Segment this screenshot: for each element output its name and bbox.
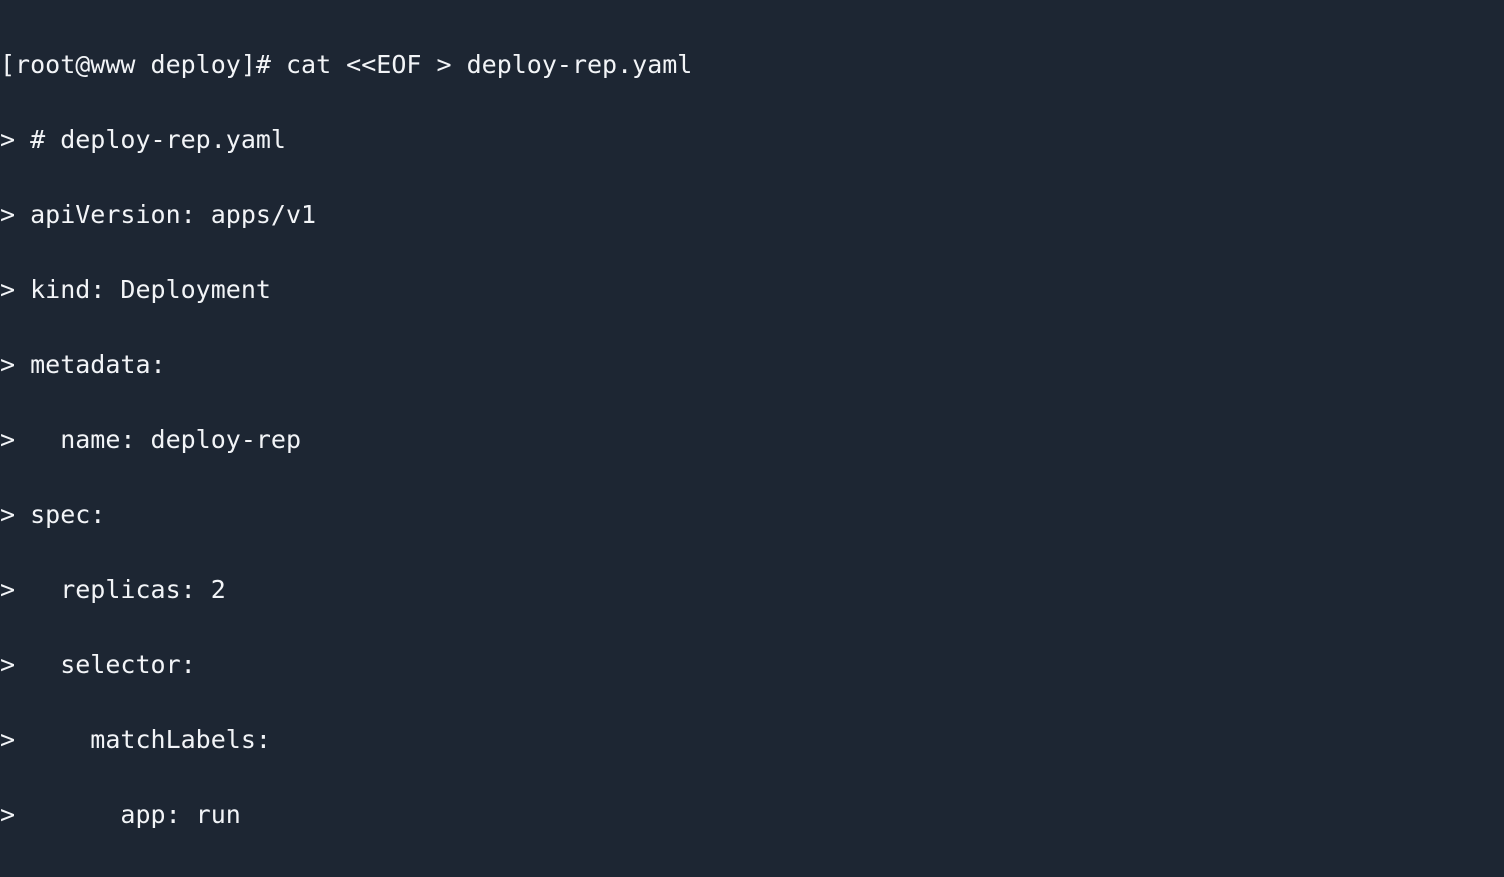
terminal-line: [root@www deploy]# cat <<EOF > deploy-re…	[0, 50, 693, 79]
terminal-line: > app: run	[0, 800, 241, 829]
terminal-line: > selector:	[0, 650, 196, 679]
terminal-screen[interactable]: [root@www deploy]# cat <<EOF > deploy-re…	[0, 2, 768, 877]
terminal-line: > kind: Deployment	[0, 275, 271, 304]
terminal-line: > metadata:	[0, 350, 166, 379]
terminal-line: > spec:	[0, 500, 106, 529]
terminal-line: > name: deploy-rep	[0, 425, 302, 454]
terminal-window[interactable]: [root@www deploy]# cat <<EOF > deploy-re…	[0, 0, 1504, 877]
terminal-line: > apiVersion: apps/v1	[0, 200, 317, 229]
terminal-line: > # deploy-rep.yaml	[0, 125, 286, 154]
terminal-line: > replicas: 2	[0, 575, 226, 604]
terminal-line: > matchLabels:	[0, 725, 271, 754]
